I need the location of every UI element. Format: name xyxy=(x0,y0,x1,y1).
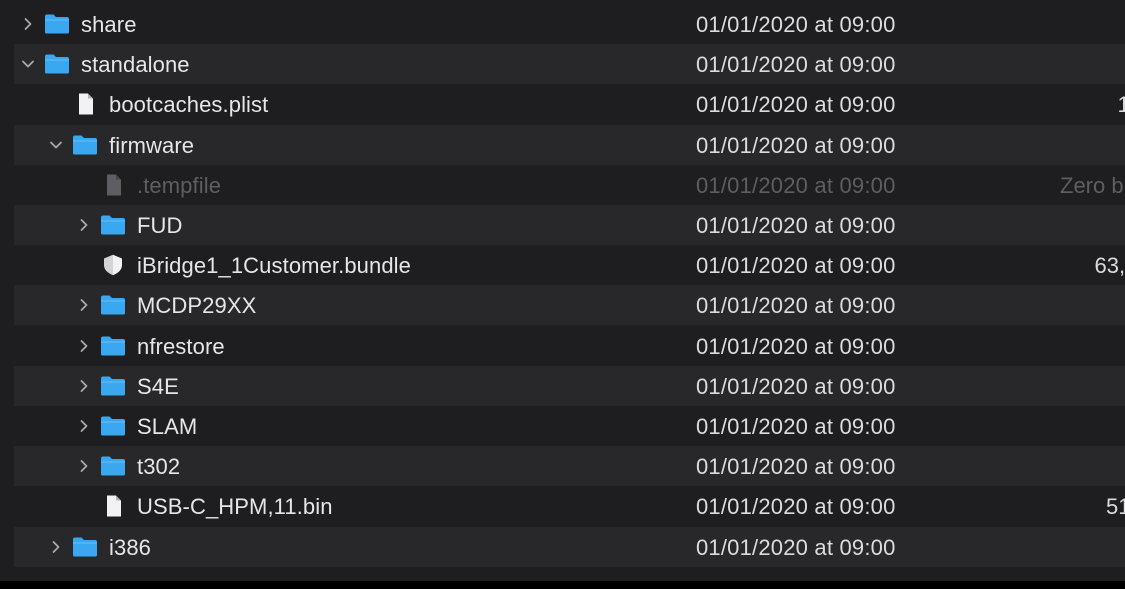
folder-icon xyxy=(100,455,126,477)
file-name: FUD xyxy=(137,213,183,238)
file-name: firmware xyxy=(109,132,195,158)
disclosure-collapsed-icon[interactable] xyxy=(76,297,92,313)
file-name: standalone xyxy=(81,52,190,78)
folder-icon xyxy=(44,13,70,35)
file-name: USB-C_HPM,11.bin xyxy=(137,494,333,520)
folder-icon xyxy=(72,134,98,156)
date-modified: 01/01/2020 at 09:00 xyxy=(696,373,896,399)
date-modified: 01/01/2020 at 09:00 xyxy=(696,414,896,439)
file-name: t302 xyxy=(137,454,181,480)
file-name: .tempfile xyxy=(137,172,222,198)
date-modified: 01/01/2020 at 09:00 xyxy=(696,534,896,560)
date-modified: 01/01/2020 at 09:00 xyxy=(696,333,896,359)
date-modified: 01/01/2020 at 09:00 xyxy=(696,253,896,279)
file-size: 51 xyxy=(1106,494,1125,520)
disclosure-collapsed-icon[interactable] xyxy=(48,539,64,555)
disclosure-collapsed-icon[interactable] xyxy=(76,378,92,394)
disclosure-collapsed-icon[interactable] xyxy=(76,217,92,233)
date-modified: 01/01/2020 at 09:00 xyxy=(696,172,896,198)
file-list[interactable]: share 01/01/2020 at 09:00 standalone 01/01/… xyxy=(0,0,1125,581)
disclosure-collapsed-icon[interactable] xyxy=(20,16,36,32)
disclosure-collapsed-icon[interactable] xyxy=(76,458,92,474)
list-row[interactable]: t302 01/01/2020 at 09:00 xyxy=(14,446,1125,487)
list-row[interactable]: bootcaches.plist 01/01/2020 at 09:00 1 xyxy=(14,84,1125,125)
date-modified: 01/01/2020 at 09:00 xyxy=(696,132,896,158)
document-icon xyxy=(100,495,126,517)
list-row[interactable]: i386 01/01/2020 at 09:00 xyxy=(14,526,1125,567)
list-row[interactable]: firmware 01/01/2020 at 09:00 xyxy=(14,124,1125,165)
date-modified: 01/01/2020 at 09:00 xyxy=(696,52,896,78)
list-row[interactable]: iBridge1_1Customer.bundle 01/01/2020 at 0… xyxy=(14,245,1125,286)
file-name: share xyxy=(81,12,137,37)
list-row[interactable]: FUD 01/01/2020 at 09:00 xyxy=(14,205,1125,245)
date-modified: 01/01/2020 at 09:00 xyxy=(696,293,896,319)
document-icon xyxy=(100,174,126,196)
list-row[interactable]: nfrestore 01/01/2020 at 09:00 xyxy=(14,325,1125,366)
date-modified: 01/01/2020 at 09:00 xyxy=(696,92,896,118)
disclosure-collapsed-icon[interactable] xyxy=(76,418,92,434)
folder-icon xyxy=(72,536,98,558)
list-row[interactable]: SLAM 01/01/2020 at 09:00 xyxy=(14,406,1125,446)
file-size: 1 xyxy=(1117,92,1125,118)
window-bottom-edge xyxy=(0,581,1125,589)
file-name: S4E xyxy=(137,373,179,399)
folder-icon xyxy=(100,294,126,316)
document-icon xyxy=(72,93,98,115)
bundle-icon xyxy=(100,254,126,276)
file-name: iBridge1_1Customer.bundle xyxy=(137,253,412,279)
folder-icon xyxy=(100,415,126,437)
file-name: SLAM xyxy=(137,414,198,439)
list-row[interactable]: MCDP29XX 01/01/2020 at 09:00 xyxy=(14,285,1125,326)
folder-icon xyxy=(44,53,70,75)
date-modified: 01/01/2020 at 09:00 xyxy=(696,12,896,37)
file-name: nfrestore xyxy=(137,333,225,359)
folder-icon xyxy=(100,214,126,236)
disclosure-expanded-icon[interactable] xyxy=(20,56,36,72)
file-size: Zero b xyxy=(1060,172,1124,198)
file-name: bootcaches.plist xyxy=(109,92,269,118)
list-row[interactable]: USB-C_HPM,11.bin 01/01/2020 at 09:00 51 xyxy=(14,486,1125,527)
disclosure-collapsed-icon[interactable] xyxy=(76,338,92,354)
file-size: 63, xyxy=(1094,253,1125,279)
date-modified: 01/01/2020 at 09:00 xyxy=(696,454,896,480)
file-name: i386 xyxy=(109,534,151,560)
date-modified: 01/01/2020 at 09:00 xyxy=(696,494,896,520)
disclosure-expanded-icon[interactable] xyxy=(48,137,64,153)
folder-icon xyxy=(100,375,126,397)
list-row[interactable]: .tempfile 01/01/2020 at 09:00 Zero b xyxy=(14,164,1125,205)
list-row[interactable]: share 01/01/2020 at 09:00 xyxy=(14,4,1125,44)
date-modified: 01/01/2020 at 09:00 xyxy=(696,213,896,238)
list-row[interactable]: standalone 01/01/2020 at 09:00 xyxy=(14,44,1125,85)
list-row[interactable]: S4E 01/01/2020 at 09:00 xyxy=(14,365,1125,406)
folder-icon xyxy=(100,335,126,357)
file-name: MCDP29XX xyxy=(137,293,257,319)
